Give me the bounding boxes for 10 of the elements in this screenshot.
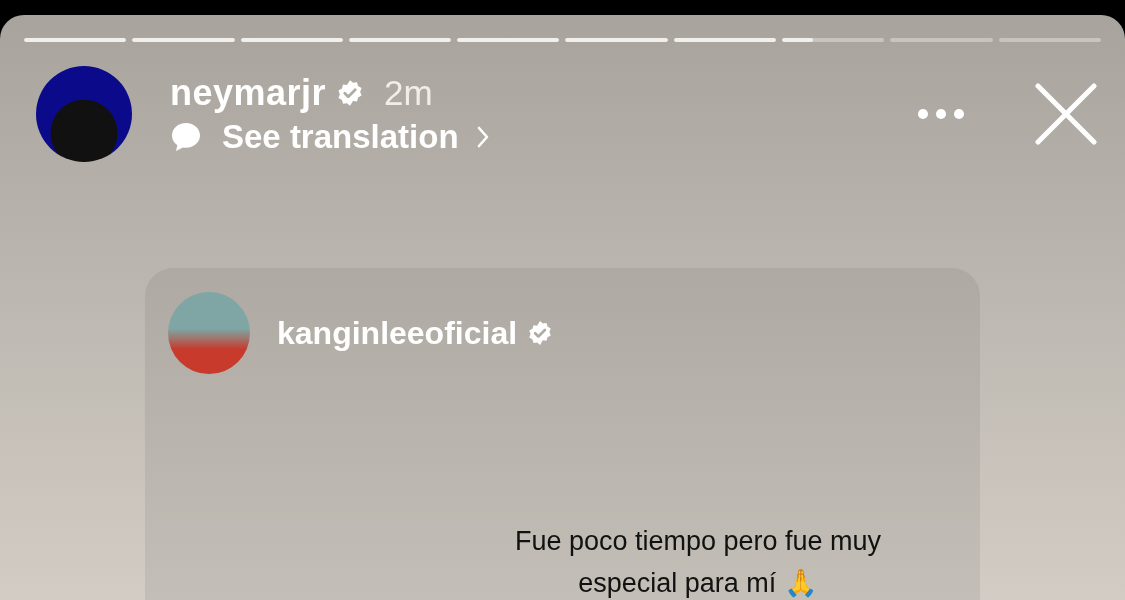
username[interactable]: kanginleeoficial	[277, 314, 518, 352]
chevron-right-icon	[476, 126, 489, 148]
close-icon[interactable]	[1035, 83, 1097, 145]
post-time: 2m	[384, 73, 433, 113]
see-translation-link[interactable]: See translation	[222, 118, 459, 156]
username[interactable]: neymarjr	[170, 72, 327, 114]
speech-bubble-icon	[170, 121, 202, 153]
more-options-icon[interactable]	[917, 108, 965, 120]
post-caption: Fue poco tiempo pero fue muy especial para mí 🙏	[513, 525, 883, 600]
shared-post-card[interactable]: kanginleeoficial Fue poco tiempo pero fue muy especial para mí 🙏	[145, 268, 980, 600]
